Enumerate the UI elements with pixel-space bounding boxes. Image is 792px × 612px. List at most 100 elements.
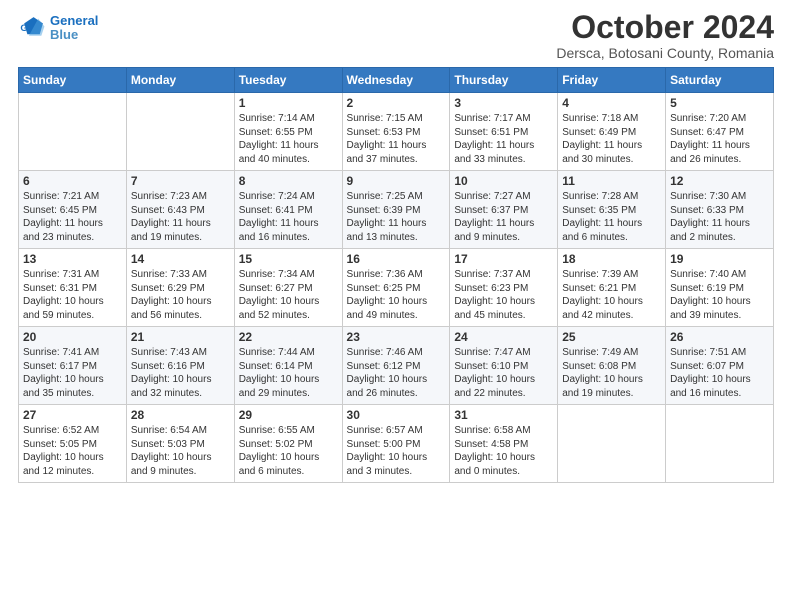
- day-number: 17: [454, 252, 553, 266]
- calendar-cell: 9 Sunrise: 7:25 AM Sunset: 6:39 PM Daylig…: [342, 171, 450, 249]
- month-title: October 2024: [556, 10, 774, 45]
- calendar-header-row: SundayMondayTuesdayWednesdayThursdayFrid…: [19, 68, 774, 93]
- day-number: 16: [347, 252, 446, 266]
- calendar-cell: 22 Sunrise: 7:44 AM Sunset: 6:14 PM Dayli…: [234, 327, 342, 405]
- day-detail: Sunrise: 7:30 AM Sunset: 6:33 PM Dayligh…: [670, 190, 769, 244]
- calendar-week-row: 20Sunrise: 7:41 AM Sunset: 6:17 PM Dayli…: [19, 327, 774, 405]
- day-number: 14: [131, 252, 230, 266]
- day-detail: Sunrise: 7:21 AM Sunset: 6:45 PM Dayligh…: [23, 190, 122, 244]
- day-detail: Sunrise: 7:18 AM Sunset: 6:49 PM Dayligh…: [562, 112, 661, 166]
- calendar-cell: [126, 93, 234, 171]
- day-detail: Sunrise: 7:23 AM Sunset: 6:43 PM Dayligh…: [131, 190, 230, 244]
- header-day-saturday: Saturday: [666, 68, 774, 93]
- svg-text:G: G: [20, 23, 27, 33]
- day-detail: Sunrise: 7:44 AM Sunset: 6:14 PM Dayligh…: [239, 346, 338, 400]
- day-detail: Sunrise: 7:25 AM Sunset: 6:39 PM Dayligh…: [347, 190, 446, 244]
- logo-icon: G: [18, 14, 46, 42]
- day-number: 5: [670, 96, 769, 110]
- calendar-cell: 29 Sunrise: 6:55 AM Sunset: 5:02 PM Dayli…: [234, 405, 342, 483]
- calendar-cell: 13Sunrise: 7:31 AM Sunset: 6:31 PM Dayli…: [19, 249, 127, 327]
- calendar-cell: 24 Sunrise: 7:47 AM Sunset: 6:10 PM Dayli…: [450, 327, 558, 405]
- header-day-sunday: Sunday: [19, 68, 127, 93]
- calendar-week-row: 27 Sunrise: 6:52 AM Sunset: 5:05 PM Dayli…: [19, 405, 774, 483]
- calendar-cell: 17 Sunrise: 7:37 AM Sunset: 6:23 PM Dayli…: [450, 249, 558, 327]
- calendar-cell: 19Sunrise: 7:40 AM Sunset: 6:19 PM Dayli…: [666, 249, 774, 327]
- day-detail: Sunrise: 7:33 AM Sunset: 6:29 PM Dayligh…: [131, 268, 230, 322]
- calendar-cell: [19, 93, 127, 171]
- logo-text: General Blue: [50, 14, 98, 43]
- calendar-cell: 8 Sunrise: 7:24 AM Sunset: 6:41 PM Daylig…: [234, 171, 342, 249]
- calendar-cell: 21Sunrise: 7:43 AM Sunset: 6:16 PM Dayli…: [126, 327, 234, 405]
- day-number: 19: [670, 252, 769, 266]
- day-detail: Sunrise: 6:57 AM Sunset: 5:00 PM Dayligh…: [347, 424, 446, 478]
- day-number: 10: [454, 174, 553, 188]
- calendar-cell: 10Sunrise: 7:27 AM Sunset: 6:37 PM Dayli…: [450, 171, 558, 249]
- day-number: 2: [347, 96, 446, 110]
- calendar-cell: 15Sunrise: 7:34 AM Sunset: 6:27 PM Dayli…: [234, 249, 342, 327]
- day-number: 25: [562, 330, 661, 344]
- day-detail: Sunrise: 7:20 AM Sunset: 6:47 PM Dayligh…: [670, 112, 769, 166]
- calendar-cell: 6 Sunrise: 7:21 AM Sunset: 6:45 PM Daylig…: [19, 171, 127, 249]
- page: G General Blue October 2024 Dersca, Boto…: [0, 0, 792, 612]
- calendar-cell: 30 Sunrise: 6:57 AM Sunset: 5:00 PM Dayli…: [342, 405, 450, 483]
- day-detail: Sunrise: 7:36 AM Sunset: 6:25 PM Dayligh…: [347, 268, 446, 322]
- calendar-cell: 28 Sunrise: 6:54 AM Sunset: 5:03 PM Dayli…: [126, 405, 234, 483]
- day-number: 29: [239, 408, 338, 422]
- header-day-friday: Friday: [558, 68, 666, 93]
- day-number: 24: [454, 330, 553, 344]
- calendar-cell: 16 Sunrise: 7:36 AM Sunset: 6:25 PM Dayli…: [342, 249, 450, 327]
- header-right: October 2024 Dersca, Botosani County, Ro…: [556, 10, 774, 61]
- day-detail: Sunrise: 7:17 AM Sunset: 6:51 PM Dayligh…: [454, 112, 553, 166]
- day-number: 7: [131, 174, 230, 188]
- calendar-cell: 3 Sunrise: 7:17 AM Sunset: 6:51 PM Daylig…: [450, 93, 558, 171]
- calendar-cell: 2 Sunrise: 7:15 AM Sunset: 6:53 PM Daylig…: [342, 93, 450, 171]
- calendar-cell: 5 Sunrise: 7:20 AM Sunset: 6:47 PM Daylig…: [666, 93, 774, 171]
- day-detail: Sunrise: 6:52 AM Sunset: 5:05 PM Dayligh…: [23, 424, 122, 478]
- calendar-cell: [558, 405, 666, 483]
- day-detail: Sunrise: 7:24 AM Sunset: 6:41 PM Dayligh…: [239, 190, 338, 244]
- day-number: 4: [562, 96, 661, 110]
- day-number: 3: [454, 96, 553, 110]
- day-detail: Sunrise: 6:55 AM Sunset: 5:02 PM Dayligh…: [239, 424, 338, 478]
- day-number: 27: [23, 408, 122, 422]
- day-number: 9: [347, 174, 446, 188]
- day-detail: Sunrise: 7:37 AM Sunset: 6:23 PM Dayligh…: [454, 268, 553, 322]
- day-detail: Sunrise: 7:15 AM Sunset: 6:53 PM Dayligh…: [347, 112, 446, 166]
- day-number: 18: [562, 252, 661, 266]
- day-detail: Sunrise: 7:28 AM Sunset: 6:35 PM Dayligh…: [562, 190, 661, 244]
- day-detail: Sunrise: 7:31 AM Sunset: 6:31 PM Dayligh…: [23, 268, 122, 322]
- day-number: 21: [131, 330, 230, 344]
- header-day-monday: Monday: [126, 68, 234, 93]
- day-number: 11: [562, 174, 661, 188]
- calendar-cell: 18 Sunrise: 7:39 AM Sunset: 6:21 PM Dayli…: [558, 249, 666, 327]
- day-number: 6: [23, 174, 122, 188]
- day-number: 23: [347, 330, 446, 344]
- day-number: 26: [670, 330, 769, 344]
- calendar-cell: 1 Sunrise: 7:14 AM Sunset: 6:55 PM Daylig…: [234, 93, 342, 171]
- day-detail: Sunrise: 7:14 AM Sunset: 6:55 PM Dayligh…: [239, 112, 338, 166]
- day-detail: Sunrise: 6:54 AM Sunset: 5:03 PM Dayligh…: [131, 424, 230, 478]
- calendar-cell: 11 Sunrise: 7:28 AM Sunset: 6:35 PM Dayli…: [558, 171, 666, 249]
- day-number: 31: [454, 408, 553, 422]
- calendar-cell: 14 Sunrise: 7:33 AM Sunset: 6:29 PM Dayli…: [126, 249, 234, 327]
- calendar-cell: 23 Sunrise: 7:46 AM Sunset: 6:12 PM Dayli…: [342, 327, 450, 405]
- day-detail: Sunrise: 7:47 AM Sunset: 6:10 PM Dayligh…: [454, 346, 553, 400]
- header-day-wednesday: Wednesday: [342, 68, 450, 93]
- day-number: 28: [131, 408, 230, 422]
- day-number: 30: [347, 408, 446, 422]
- day-detail: Sunrise: 7:49 AM Sunset: 6:08 PM Dayligh…: [562, 346, 661, 400]
- day-number: 22: [239, 330, 338, 344]
- calendar-cell: 26Sunrise: 7:51 AM Sunset: 6:07 PM Dayli…: [666, 327, 774, 405]
- day-detail: Sunrise: 7:39 AM Sunset: 6:21 PM Dayligh…: [562, 268, 661, 322]
- day-number: 12: [670, 174, 769, 188]
- calendar-cell: 4 Sunrise: 7:18 AM Sunset: 6:49 PM Daylig…: [558, 93, 666, 171]
- calendar-cell: 12 Sunrise: 7:30 AM Sunset: 6:33 PM Dayli…: [666, 171, 774, 249]
- day-detail: Sunrise: 7:46 AM Sunset: 6:12 PM Dayligh…: [347, 346, 446, 400]
- location-title: Dersca, Botosani County, Romania: [556, 45, 774, 61]
- day-number: 1: [239, 96, 338, 110]
- day-number: 20: [23, 330, 122, 344]
- calendar-cell: [666, 405, 774, 483]
- calendar-week-row: 13Sunrise: 7:31 AM Sunset: 6:31 PM Dayli…: [19, 249, 774, 327]
- day-number: 8: [239, 174, 338, 188]
- day-number: 15: [239, 252, 338, 266]
